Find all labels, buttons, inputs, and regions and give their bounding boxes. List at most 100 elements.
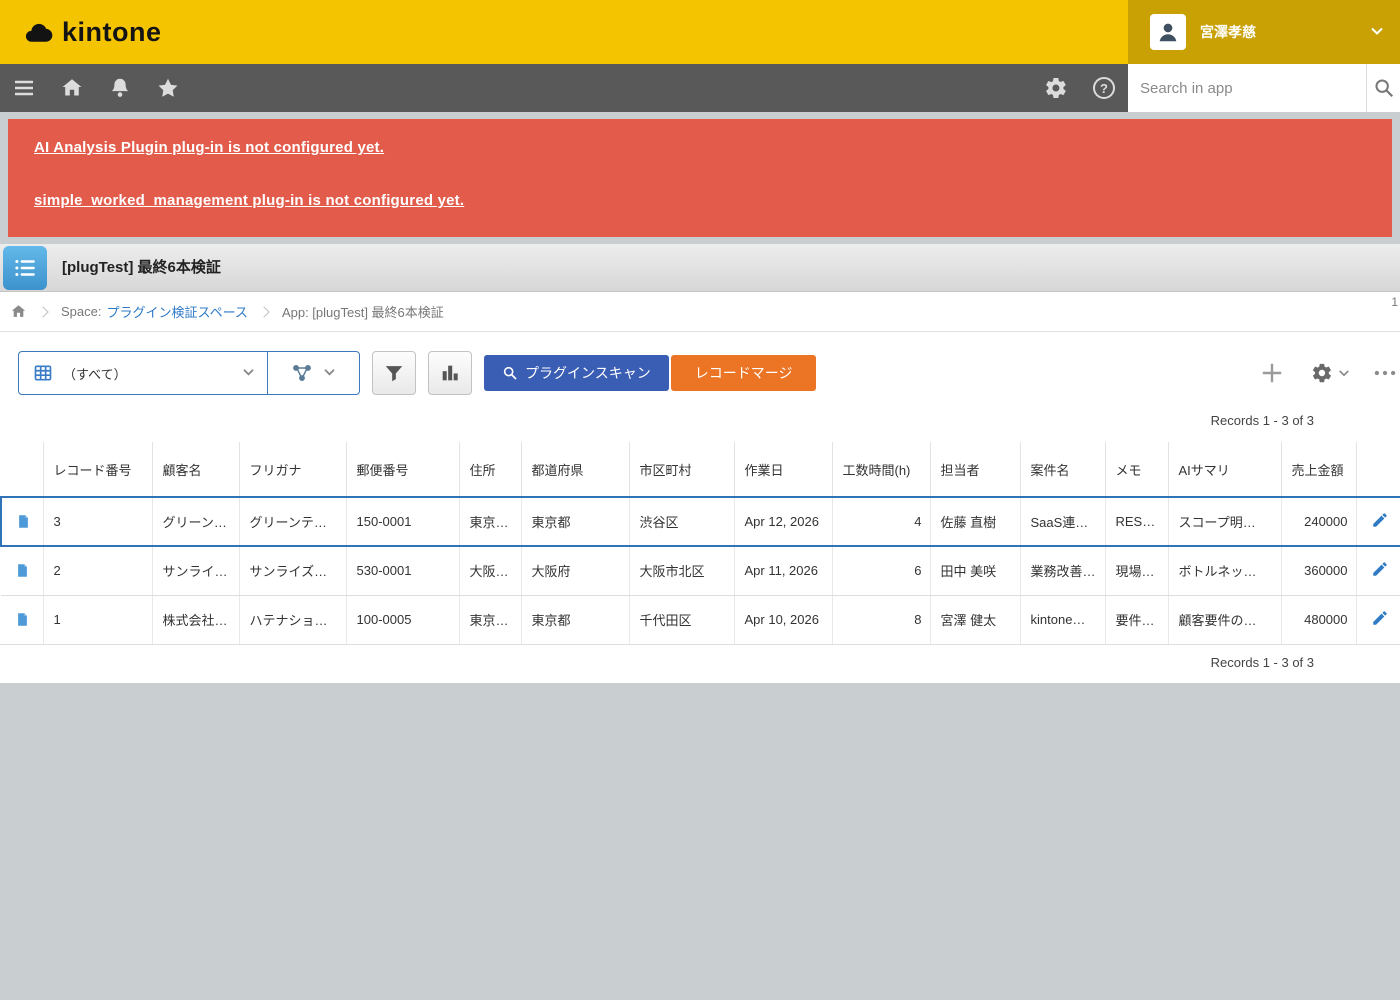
cell-zip: 150-0001 xyxy=(346,497,459,546)
cell-city: 千代田区 xyxy=(629,595,734,644)
edit-cell xyxy=(1356,595,1400,644)
cell-hours: 8 xyxy=(832,595,930,644)
cell-project-name: SaaS連… xyxy=(1020,497,1105,546)
search-input[interactable] xyxy=(1128,64,1366,112)
cell-address: 東京… xyxy=(459,595,521,644)
alert-link-simple-worked[interactable]: simple_worked_management plug-in is not … xyxy=(34,192,1366,209)
cell-address: 大阪… xyxy=(459,546,521,595)
record-merge-button[interactable]: レコードマージ xyxy=(671,355,817,391)
cell-hours: 4 xyxy=(832,497,930,546)
cell-address: 東京… xyxy=(459,497,521,546)
add-record-button[interactable] xyxy=(1259,360,1285,386)
table-view-icon xyxy=(33,363,53,383)
cell-ai-summary: スコープ明… xyxy=(1168,497,1281,546)
edit-record-button[interactable] xyxy=(1367,556,1393,585)
cell-furigana: グリーンテ… xyxy=(239,497,346,546)
kintone-logo[interactable]: kintone xyxy=(0,17,162,48)
user-menu[interactable]: 宮澤孝慈 xyxy=(1128,0,1400,64)
column-header-customer-name[interactable]: 顧客名 xyxy=(152,442,239,497)
column-header-city[interactable]: 市区町村 xyxy=(629,442,734,497)
page: kintone 宮澤孝慈 xyxy=(0,0,1400,1000)
table-row[interactable]: 3 グリーン… グリーンテ… 150-0001 東京… 東京都 渋谷区 Apr … xyxy=(1,497,1400,546)
plugin-alert-banner: AI Analysis Plugin plug-in is not config… xyxy=(8,119,1392,237)
cell-zip: 100-0005 xyxy=(346,595,459,644)
column-header-furigana[interactable]: フリガナ xyxy=(239,442,346,497)
cell-furigana: サンライズ… xyxy=(239,546,346,595)
column-header-edit xyxy=(1356,442,1400,497)
cell-work-date: Apr 10, 2026 xyxy=(734,595,832,644)
alert-link-ai-analysis[interactable]: AI Analysis Plugin plug-in is not config… xyxy=(34,139,1366,156)
cell-customer-name: サンライ… xyxy=(152,546,239,595)
column-header-prefecture[interactable]: 都道府県 xyxy=(521,442,629,497)
plugin-scan-button[interactable]: プラグインスキャン xyxy=(484,355,669,391)
settings-gear-icon[interactable] xyxy=(1032,64,1080,112)
column-header-work-date[interactable]: 作業日 xyxy=(734,442,832,497)
breadcrumb-space-link[interactable]: プラグイン検証スペース xyxy=(106,302,247,321)
table-header-row: レコード番号 顧客名 フリガナ 郵便番号 住所 都道府県 市区町村 作業日 工数… xyxy=(1,442,1400,497)
column-header-address[interactable]: 住所 xyxy=(459,442,521,497)
pencil-icon xyxy=(1371,560,1389,578)
column-header-sales-amount[interactable]: 売上金額 xyxy=(1281,442,1356,497)
cell-memo: 要件… xyxy=(1105,595,1168,644)
edit-record-button[interactable] xyxy=(1367,507,1393,536)
ellipsis-icon xyxy=(1372,360,1398,386)
favorites-star-icon[interactable] xyxy=(144,64,192,112)
record-doc-icon-cell xyxy=(1,497,43,546)
filter-button[interactable] xyxy=(372,351,416,395)
nav-right-group: ? xyxy=(1032,64,1400,112)
cell-zip: 530-0001 xyxy=(346,546,459,595)
toolbar-wrap: （すべて） プラグインスキャン レコードマージ xyxy=(0,332,1400,442)
column-header-zip[interactable]: 郵便番号 xyxy=(346,442,459,497)
column-header-assignee[interactable]: 担当者 xyxy=(930,442,1020,497)
cell-customer-name: グリーン… xyxy=(152,497,239,546)
more-options-button[interactable] xyxy=(1372,360,1398,386)
cell-record-number: 1 xyxy=(43,595,152,644)
table-row[interactable]: 2 サンライ… サンライズ… 530-0001 大阪… 大阪府 大阪市北区 Ap… xyxy=(1,546,1400,595)
cell-furigana: ハテナショ… xyxy=(239,595,346,644)
chevron-down-icon xyxy=(1338,369,1350,378)
edit-cell xyxy=(1356,546,1400,595)
record-merge-label: レコードマージ xyxy=(695,365,793,381)
toolbar-right-group xyxy=(1259,360,1400,386)
app-header: [plugTest] 最終6本検証 xyxy=(0,244,1400,292)
pencil-icon xyxy=(1371,609,1389,627)
graph-icon xyxy=(291,362,313,384)
graph-view-selector[interactable] xyxy=(267,352,359,394)
cell-city: 大阪市北区 xyxy=(629,546,734,595)
column-header-hours[interactable]: 工数時間(h) xyxy=(832,442,930,497)
column-header-ai-summary[interactable]: AIサマリ xyxy=(1168,442,1281,497)
breadcrumb-separator xyxy=(258,306,269,317)
column-header-project-name[interactable]: 案件名 xyxy=(1020,442,1105,497)
help-icon[interactable]: ? xyxy=(1080,64,1128,112)
edit-record-button[interactable] xyxy=(1367,605,1393,634)
edit-cell xyxy=(1356,497,1400,546)
cell-work-date: Apr 12, 2026 xyxy=(734,497,832,546)
column-header-memo[interactable]: メモ xyxy=(1105,442,1168,497)
breadcrumb-home-icon[interactable] xyxy=(10,303,27,320)
view-selector[interactable]: （すべて） xyxy=(19,352,267,394)
cell-work-date: Apr 11, 2026 xyxy=(734,546,832,595)
search-icon xyxy=(1373,77,1395,99)
document-icon xyxy=(15,611,30,626)
toolbar: （すべて） プラグインスキャン レコードマージ xyxy=(0,332,1400,395)
view-selector-label: （すべて） xyxy=(63,364,127,383)
cell-customer-name: 株式会社… xyxy=(152,595,239,644)
top-bar: kintone 宮澤孝慈 xyxy=(0,0,1400,64)
search-button[interactable] xyxy=(1366,64,1400,112)
cell-city: 渋谷区 xyxy=(629,497,734,546)
column-header-record-number[interactable]: レコード番号 xyxy=(43,442,152,497)
home-icon[interactable] xyxy=(48,64,96,112)
hamburger-menu-icon[interactable] xyxy=(0,64,48,112)
app-settings-button[interactable] xyxy=(1311,362,1350,384)
view-selector-group: （すべて） xyxy=(18,351,360,395)
cell-sales-amount: 240000 xyxy=(1281,497,1356,546)
table-row[interactable]: 1 株式会社… ハテナショ… 100-0005 東京… 東京都 千代田区 Apr… xyxy=(1,595,1400,644)
chart-button[interactable] xyxy=(428,351,472,395)
cell-prefecture: 大阪府 xyxy=(521,546,629,595)
nav-bar: ? xyxy=(0,64,1400,112)
records-count-top: Records 1 - 3 of 3 xyxy=(0,395,1400,442)
document-icon xyxy=(15,562,30,577)
app-icon xyxy=(3,246,47,290)
cell-assignee: 宮澤 健太 xyxy=(930,595,1020,644)
notifications-bell-icon[interactable] xyxy=(96,64,144,112)
